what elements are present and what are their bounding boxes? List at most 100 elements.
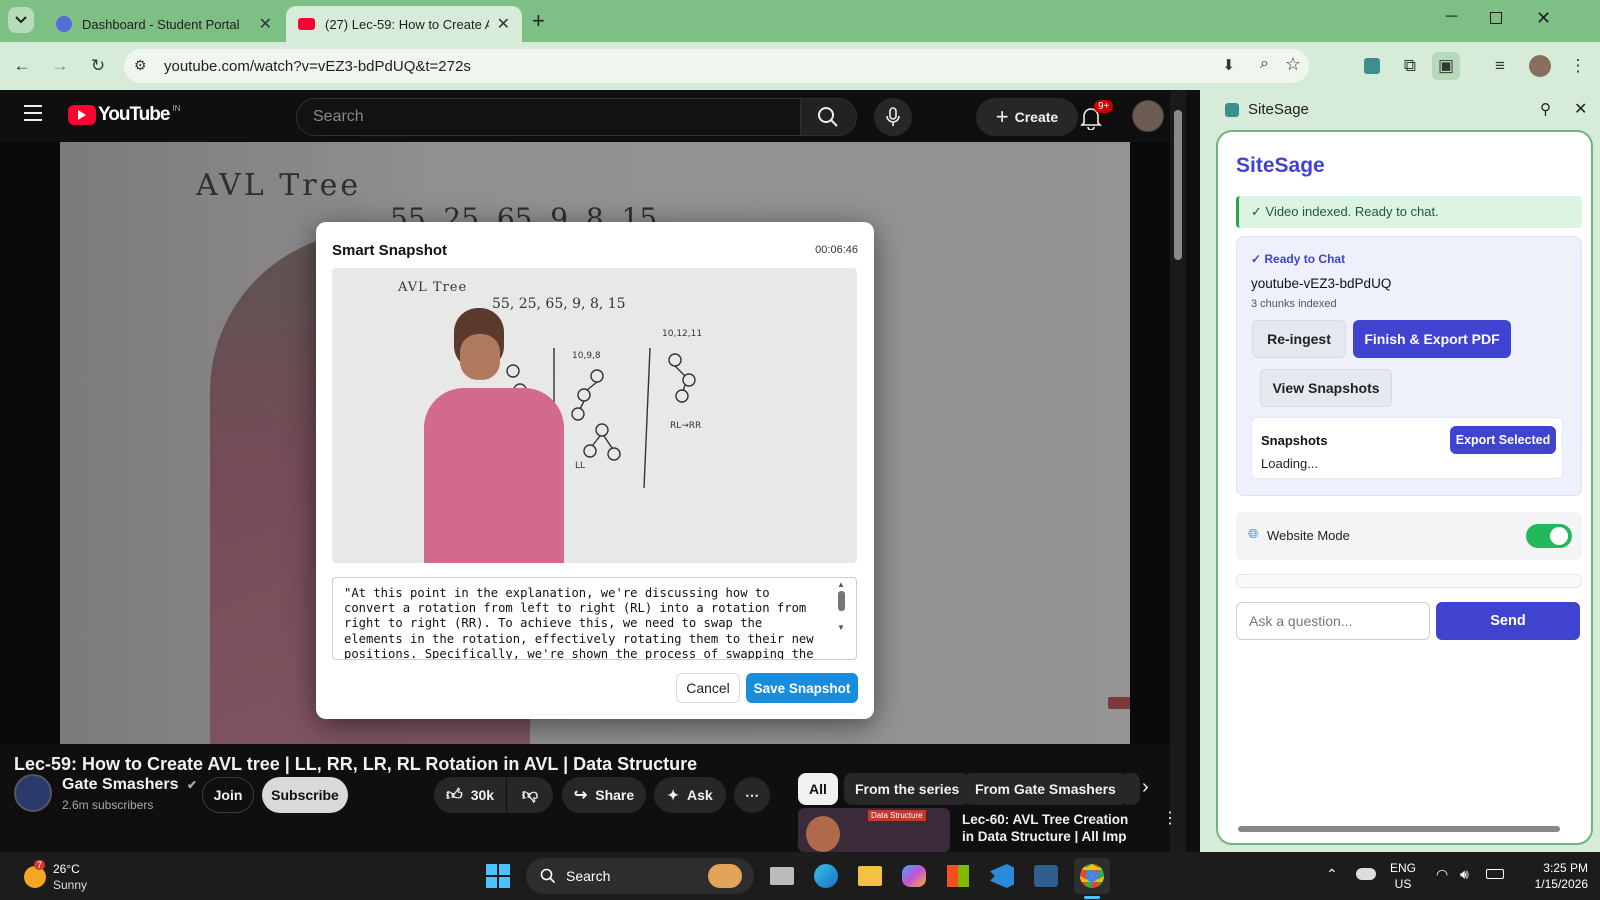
edge-icon[interactable] <box>808 858 844 894</box>
create-label: Create <box>1014 109 1059 125</box>
smart-snapshot-modal: Smart Snapshot 00:06:46 AVL Tree 55, 25,… <box>316 222 874 719</box>
search-input[interactable]: Search <box>296 98 801 136</box>
profile-avatar[interactable] <box>1526 52 1554 80</box>
clock[interactable]: 3:25 PM 1/15/2026 <box>1518 860 1588 892</box>
recommended-title[interactable]: Lec-60: AVL Tree Creation in Data Struct… <box>962 811 1142 843</box>
copilot-icon[interactable] <box>896 858 932 894</box>
forward-icon[interactable]: → <box>46 52 74 80</box>
thumbs-down-icon: 👎︎ <box>521 786 539 804</box>
create-button[interactable]: + Create <box>976 98 1078 136</box>
chip-from-channel[interactable]: From Gate Smashers <box>964 773 1127 805</box>
ask-button[interactable]: ✦ Ask <box>654 777 726 813</box>
user-avatar[interactable] <box>1132 100 1164 132</box>
extensions-puzzle-icon[interactable]: ⧉ <box>1396 52 1424 80</box>
side-panel-icon[interactable]: ▣ <box>1432 52 1460 80</box>
finish-export-pdf-button[interactable]: Finish & Export PDF <box>1353 320 1511 358</box>
sitesage-card: SiteSage ✓ Video indexed. Ready to chat.… <box>1216 130 1593 845</box>
youtube-header: YouTube IN Search + Create 9+ <box>0 90 1186 142</box>
reload-icon[interactable]: ↻ <box>84 52 112 80</box>
close-icon[interactable]: ✕ <box>259 14 272 34</box>
more-menu-icon[interactable]: ⋮ <box>1564 52 1592 80</box>
task-view-icon[interactable] <box>764 858 800 894</box>
address-bar[interactable]: ⚙ youtube.com/watch?v=vEZ3-bdPdUQ&t=272s… <box>124 49 1309 83</box>
install-icon[interactable]: ⬇ <box>1222 56 1235 74</box>
page-scrollbar[interactable] <box>1170 90 1186 852</box>
like-button[interactable]: 👍︎ 30k <box>434 777 506 813</box>
textarea-scrollbar[interactable]: ▲ ▼ <box>834 580 848 652</box>
tab-dashboard[interactable]: Dashboard - Student Portal ✕ <box>44 6 284 42</box>
youtube-logo[interactable]: YouTube IN <box>68 104 180 126</box>
site-info-icon[interactable]: ⚙ <box>134 57 147 74</box>
snapshot-description-textarea[interactable]: "At this point in the explanation, we're… <box>332 577 857 660</box>
save-snapshot-button[interactable]: Save Snapshot <box>746 673 858 703</box>
start-button[interactable] <box>480 858 516 894</box>
back-icon[interactable]: ← <box>8 52 36 80</box>
close-icon[interactable]: ✕ <box>497 14 510 34</box>
voice-search-button[interactable] <box>874 98 912 136</box>
media-controls-icon[interactable]: ≡ <box>1486 52 1514 80</box>
tab-youtube[interactable]: (27) Lec-59: How to Create AVL ✕ <box>286 6 522 42</box>
recommended-more-icon[interactable]: ⋮ <box>1162 808 1178 828</box>
show-hidden-icons[interactable]: ⌃ <box>1326 866 1338 883</box>
search-button[interactable] <box>801 98 857 136</box>
subscribe-button[interactable]: Subscribe <box>262 777 348 813</box>
chips-next-icon[interactable]: › <box>1142 776 1149 799</box>
file-explorer-icon[interactable] <box>852 858 888 894</box>
new-tab-button[interactable]: + <box>532 8 545 34</box>
globe-icon: 🌐︎ <box>1248 526 1259 541</box>
join-button[interactable]: Join <box>202 777 254 813</box>
menu-icon[interactable] <box>24 105 42 121</box>
sitesage-panel-icon <box>1225 103 1239 117</box>
youtube-play-icon <box>68 105 96 125</box>
unpin-icon[interactable]: ⚲ <box>1540 100 1551 118</box>
website-mode-row: 🌐︎ Website Mode <box>1236 512 1582 560</box>
svg-text:RL→RR: RL→RR <box>670 421 701 431</box>
microphone-icon <box>886 107 900 126</box>
wifi-icon[interactable]: ◠ <box>1436 866 1448 883</box>
minimize-icon[interactable]: ─ <box>1446 8 1457 26</box>
channel-name-text: Gate Smashers <box>62 776 179 793</box>
panel-horizontal-scrollbar[interactable] <box>1232 825 1578 833</box>
more-actions-button[interactable]: ⋯ <box>734 777 770 813</box>
website-mode-toggle[interactable] <box>1526 524 1572 548</box>
export-selected-button[interactable]: Export Selected <box>1450 426 1556 454</box>
generic-app-icon[interactable] <box>1028 858 1064 894</box>
language-indicator[interactable]: ENG US <box>1390 860 1416 892</box>
weather-widget[interactable]: 7 26°C Sunny <box>20 860 100 894</box>
taskbar-search-label: Search <box>566 868 611 884</box>
channel-avatar[interactable] <box>14 774 52 812</box>
recommended-thumbnail[interactable]: Data Structure <box>798 808 950 852</box>
notifications-button[interactable]: 9+ <box>1080 100 1114 132</box>
reingest-button[interactable]: Re-ingest <box>1252 320 1346 358</box>
onedrive-icon[interactable] <box>1356 868 1376 880</box>
view-snapshots-button[interactable]: View Snapshots <box>1260 369 1392 407</box>
store-icon[interactable] <box>940 858 976 894</box>
dislike-button[interactable]: 👎︎ <box>507 777 553 813</box>
zoom-icon[interactable]: ⌕ <box>1260 55 1269 73</box>
whiteboard-diagram: 10,9,8 10,12,11 RL→RR LL <box>506 329 702 489</box>
chip-partial[interactable] <box>1120 773 1140 805</box>
battery-icon[interactable] <box>1486 869 1504 879</box>
chevron-down-icon <box>15 16 27 24</box>
cancel-button[interactable]: Cancel <box>676 673 740 703</box>
windows-logo-icon <box>486 864 510 888</box>
like-count: 30k <box>470 787 495 803</box>
taskbar-search[interactable]: Search <box>526 858 754 894</box>
channel-name[interactable]: Gate Smashers ✔ <box>62 776 197 794</box>
close-panel-icon[interactable]: ✕ <box>1574 99 1587 119</box>
extension-sitesage-icon[interactable] <box>1358 52 1386 80</box>
close-window-icon[interactable]: ✕ <box>1536 8 1551 29</box>
restore-icon[interactable] <box>1490 12 1502 24</box>
tab-search-button[interactable] <box>8 7 34 33</box>
share-button[interactable]: ↪ Share <box>562 777 646 813</box>
chip-all[interactable]: All <box>798 773 838 805</box>
volume-icon[interactable]: 🔊︎ <box>1460 866 1469 883</box>
chip-from-series[interactable]: From the series <box>844 773 971 805</box>
video-title: Lec-59: How to Create AVL tree | LL, RR,… <box>14 754 698 774</box>
vscode-icon[interactable] <box>984 858 1020 894</box>
send-button[interactable]: Send <box>1436 602 1580 640</box>
chrome-icon[interactable] <box>1074 858 1110 894</box>
bookmark-star-icon[interactable]: ☆ <box>1285 54 1301 75</box>
plus-icon: + <box>995 104 1009 129</box>
question-input[interactable]: Ask a question... <box>1236 602 1430 640</box>
